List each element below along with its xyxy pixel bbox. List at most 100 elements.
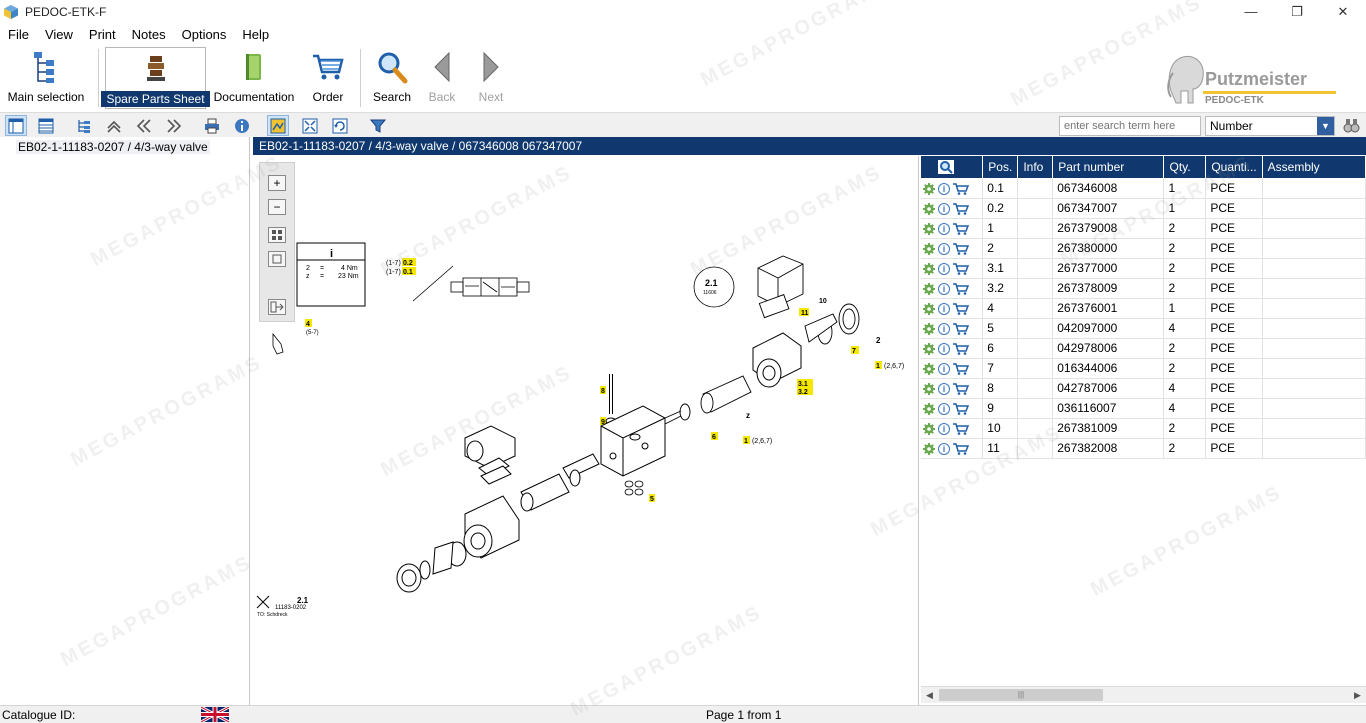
shopping-cart-icon[interactable] [952,243,969,255]
info-icon[interactable]: i [938,182,950,195]
table-row[interactable]: i 9 036116007 4 PCE [921,398,1366,419]
spare-parts-sheet-button[interactable]: Spare Parts Sheet [101,47,210,109]
column-header-info[interactable]: Info [1017,156,1054,178]
search-type-select[interactable]: Number ▼ [1205,116,1335,136]
horizontal-scrollbar[interactable]: ◀ ||| ▶ [921,686,1366,703]
gear-icon[interactable] [923,302,935,315]
column-header-actions[interactable] [921,156,984,178]
column-header-pos[interactable]: Pos. [982,156,1019,178]
table-row[interactable]: i 0.2 067347007 1 PCE [921,198,1366,219]
table-row[interactable]: i 3.2 267378009 2 PCE [921,278,1366,299]
shopping-cart-icon[interactable] [952,423,969,435]
search-button[interactable]: Search [370,47,414,109]
table-row[interactable]: i 6 042978006 2 PCE [921,338,1366,359]
info-icon[interactable]: i [938,342,950,355]
info-icon[interactable]: i [938,442,950,455]
documentation-button[interactable]: Documentation [212,47,296,109]
shopping-cart-icon[interactable] [952,283,969,295]
column-header-qty[interactable]: Qty. [1163,156,1207,178]
info-icon[interactable]: i [938,362,950,375]
refresh-drawing-button[interactable] [329,115,351,136]
table-row[interactable]: i 1 267379008 2 PCE [921,218,1366,239]
zoom-fit-button[interactable] [299,115,321,136]
tree-node-current[interactable]: EB02-1-11183-0207 / 4/3-way valve [16,140,210,154]
exploded-drawing-pane[interactable]: + − i 2 = 4 Nm z = 23 Nm (1-7) 0.2 (1-7)… [253,156,919,705]
info-icon[interactable]: i [938,382,950,395]
menu-options[interactable]: Options [174,27,235,42]
level-up-button[interactable] [103,115,125,136]
column-header-assembly[interactable]: Assembly [1262,156,1366,178]
gear-icon[interactable] [923,362,935,375]
search-input[interactable] [1059,116,1201,136]
info-icon[interactable]: i [938,202,950,215]
search-go-button[interactable] [1341,116,1361,136]
column-header-part-number[interactable]: Part number [1052,156,1165,178]
shopping-cart-icon[interactable] [952,303,969,315]
gear-icon[interactable] [923,282,935,295]
scrollbar-thumb[interactable]: ||| [939,689,1103,701]
shopping-cart-icon[interactable] [952,403,969,415]
chevron-down-icon[interactable]: ▼ [1317,117,1334,135]
shopping-cart-icon[interactable] [952,182,969,195]
gear-icon[interactable] [923,222,935,235]
info-icon[interactable]: i [938,262,950,275]
gear-icon[interactable] [923,342,935,355]
table-row[interactable]: i 8 042787006 4 PCE [921,378,1366,399]
menu-help[interactable]: Help [234,27,277,42]
table-row[interactable]: i 4 267376001 1 PCE [921,298,1366,319]
uk-flag-icon[interactable] [201,707,229,722]
gear-icon[interactable] [923,442,935,455]
table-row[interactable]: i 11 267382008 2 PCE [921,438,1366,459]
next-button[interactable]: Next [473,47,509,109]
shopping-cart-icon[interactable] [952,443,969,455]
shopping-cart-icon[interactable] [952,263,969,275]
menu-print[interactable]: Print [81,27,124,42]
column-header-quantity-unit[interactable]: Quanti... [1205,156,1263,178]
scroll-right-arrow-icon[interactable]: ▶ [1349,687,1366,703]
menu-view[interactable]: View [37,27,81,42]
table-row[interactable]: i 2 267380000 2 PCE [921,238,1366,259]
info-icon[interactable]: i [938,302,950,315]
shopping-cart-icon[interactable] [952,203,969,215]
layout-view-button[interactable] [5,115,27,136]
info-icon[interactable]: i [938,322,950,335]
gear-icon[interactable] [923,382,935,395]
close-button[interactable]: ✕ [1320,0,1366,23]
shopping-cart-icon[interactable] [952,323,969,335]
list-view-button[interactable] [35,115,57,136]
gear-icon[interactable] [923,422,935,435]
table-row[interactable]: i 0.1 067346008 1 PCE [921,178,1366,199]
gear-icon[interactable] [923,262,935,275]
gear-icon[interactable] [923,322,935,335]
order-button[interactable]: Order [308,47,348,109]
previous-page-button[interactable] [133,115,155,136]
gear-icon[interactable] [923,182,935,195]
table-row[interactable]: i 10 267381009 2 PCE [921,418,1366,439]
show-drawing-button[interactable] [267,115,289,136]
info-icon[interactable]: i [938,242,950,255]
info-icon[interactable]: i [938,402,950,415]
gear-icon[interactable] [923,202,935,215]
filter-button[interactable] [367,115,389,136]
info-icon[interactable]: i [938,422,950,435]
main-selection-button[interactable]: Main selection [6,47,86,109]
print-button[interactable] [201,115,223,136]
table-row[interactable]: i 5 042097000 4 PCE [921,318,1366,339]
restore-button[interactable]: ❐ [1274,0,1320,23]
shopping-cart-icon[interactable] [952,363,969,375]
shopping-cart-icon[interactable] [952,223,969,235]
info-icon[interactable]: i [938,282,950,295]
table-row[interactable]: i 3.1 267377000 2 PCE [921,258,1366,279]
table-row[interactable]: i 7 016344006 2 PCE [921,358,1366,379]
gear-icon[interactable] [923,242,935,255]
back-button[interactable]: Back [424,47,460,109]
shopping-cart-icon[interactable] [952,383,969,395]
gear-icon[interactable] [923,402,935,415]
minimize-button[interactable]: — [1228,0,1274,23]
scroll-left-arrow-icon[interactable]: ◀ [921,687,938,703]
shopping-cart-icon[interactable] [952,343,969,355]
tree-view-button[interactable] [73,115,95,136]
info-button[interactable] [231,115,253,136]
info-icon[interactable]: i [938,222,950,235]
menu-file[interactable]: File [0,27,37,42]
